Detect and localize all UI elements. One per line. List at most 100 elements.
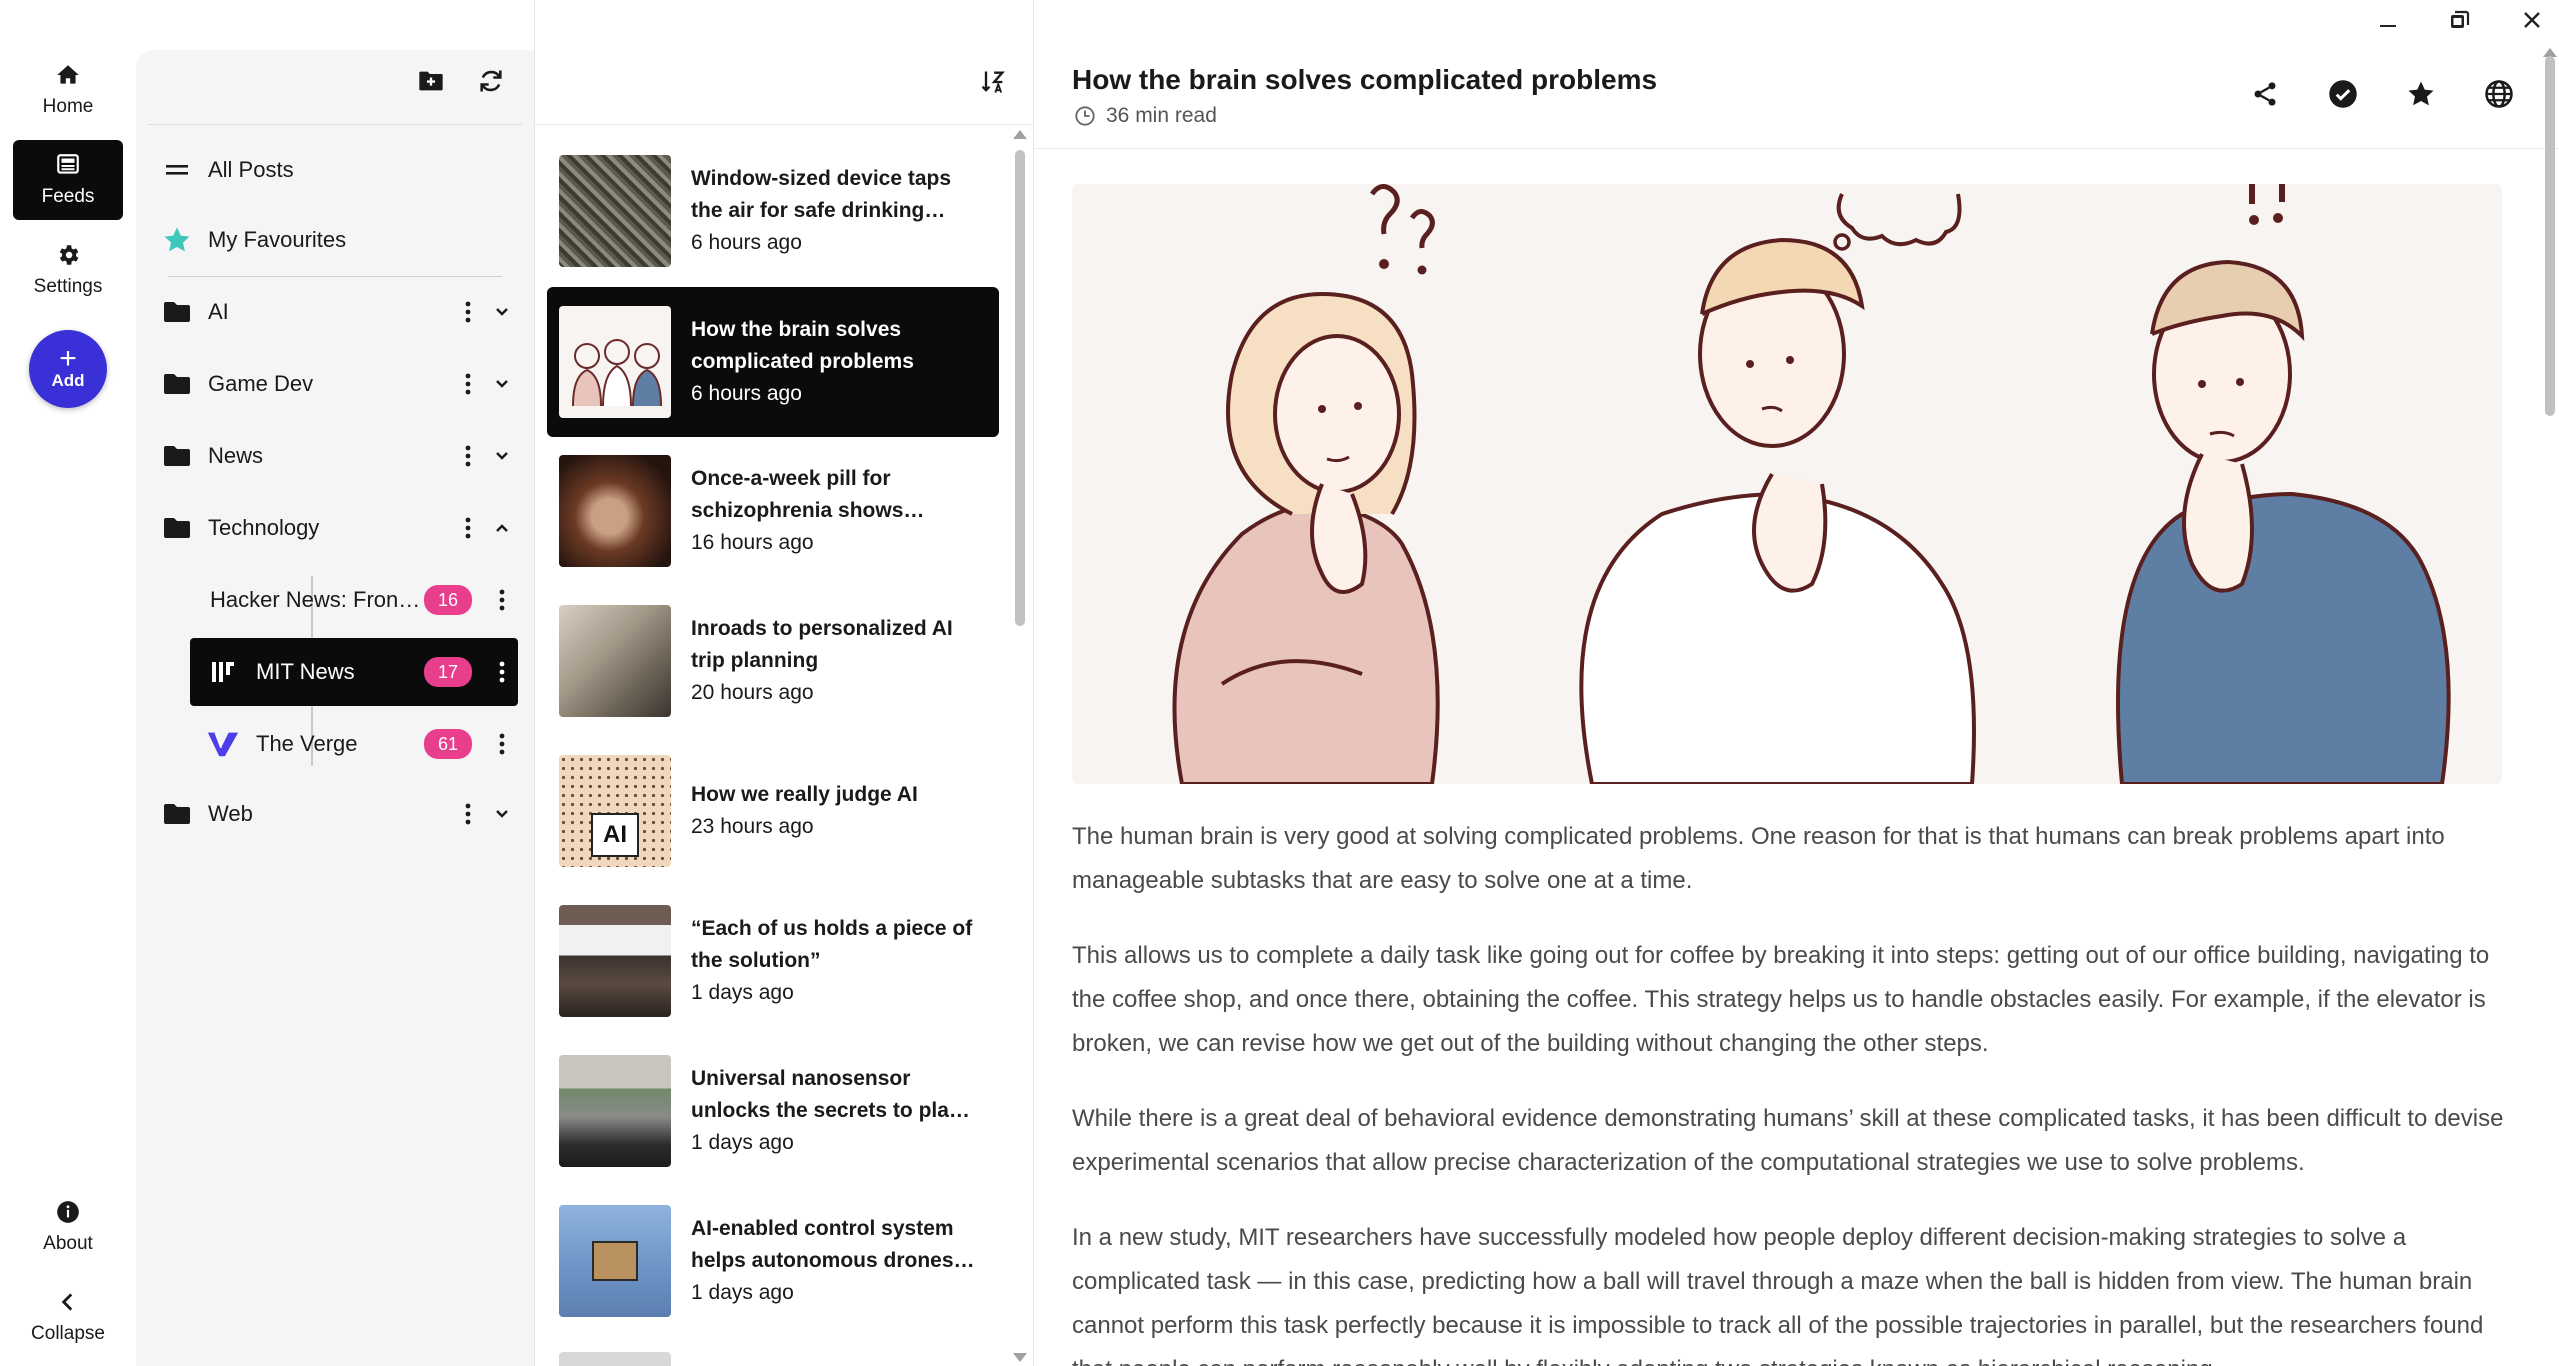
folder-label: News bbox=[208, 443, 264, 468]
more-vert-icon[interactable] bbox=[486, 584, 518, 616]
nav-home-label: Home bbox=[42, 96, 94, 117]
unread-count-badge: 17 bbox=[424, 657, 472, 687]
folder-news[interactable]: News bbox=[152, 428, 518, 484]
scroll-down-arrow[interactable] bbox=[1013, 1353, 1027, 1362]
minimize-icon[interactable] bbox=[2375, 7, 2401, 33]
nav-settings[interactable]: Settings bbox=[13, 230, 123, 310]
post-item[interactable]: Universal nanosensor unlocks the secrets… bbox=[547, 1036, 999, 1186]
sort-icon[interactable] bbox=[977, 66, 1009, 98]
chevron-down-icon[interactable] bbox=[486, 296, 518, 328]
nav-feeds-label: Feeds bbox=[41, 186, 95, 207]
more-vert-icon[interactable] bbox=[452, 440, 484, 472]
post-item[interactable]: “Each of us holds a piece of the solutio… bbox=[547, 886, 999, 1036]
post-item[interactable]: Inroads to personalized AI trip planning… bbox=[547, 586, 999, 736]
close-icon[interactable] bbox=[2519, 7, 2545, 33]
post-item[interactable]: Once-a-week pill for schizophrenia shows… bbox=[547, 436, 999, 586]
post-time: 20 hours ago bbox=[691, 681, 814, 704]
verge-logo-icon bbox=[206, 729, 240, 759]
chevron-down-icon[interactable] bbox=[486, 440, 518, 472]
posts-list: Window-sized device taps the air for saf… bbox=[534, 0, 1034, 1366]
more-vert-icon[interactable] bbox=[486, 656, 518, 688]
share-icon[interactable] bbox=[2249, 78, 2281, 110]
post-item-selected[interactable]: How the brain solves complicated problem… bbox=[547, 287, 999, 437]
post-time: 1 days ago bbox=[691, 1131, 794, 1154]
article-title: How the brain solves complicated problem… bbox=[1072, 64, 1658, 95]
globe-icon[interactable] bbox=[2483, 78, 2515, 110]
clock-icon bbox=[1075, 106, 1095, 126]
more-vert-icon[interactable] bbox=[452, 512, 484, 544]
nav-about-label: About bbox=[43, 1233, 93, 1254]
chevron-up-icon[interactable] bbox=[486, 512, 518, 544]
folder-icon bbox=[160, 444, 194, 468]
info-icon bbox=[57, 1201, 79, 1223]
post-time: 1 days ago bbox=[691, 981, 794, 1004]
folder-game-dev[interactable]: Game Dev bbox=[152, 356, 518, 412]
posts-divider bbox=[535, 124, 1033, 125]
post-thumbnail: AI bbox=[559, 755, 671, 867]
post-time: 16 hours ago bbox=[691, 531, 814, 554]
folder-web[interactable]: Web bbox=[152, 786, 518, 842]
add-button[interactable]: + Add bbox=[29, 330, 107, 408]
post-time: 6 hours ago bbox=[691, 382, 802, 405]
scroll-up-arrow[interactable] bbox=[1013, 130, 1027, 139]
more-vert-icon[interactable] bbox=[452, 798, 484, 830]
feed-mit-news[interactable]: MIT News 17 bbox=[190, 638, 518, 706]
post-time: 6 hours ago bbox=[691, 231, 802, 254]
mark-read-icon[interactable] bbox=[2327, 78, 2359, 110]
posts-scrollbar[interactable] bbox=[1015, 150, 1025, 626]
article-scrollbar[interactable] bbox=[2545, 56, 2555, 416]
folder-icon bbox=[160, 372, 194, 396]
more-vert-icon[interactable] bbox=[452, 296, 484, 328]
post-item[interactable]: Window-sized device taps the air for saf… bbox=[547, 136, 999, 286]
folder-ai[interactable]: AI bbox=[152, 284, 518, 340]
post-thumbnail bbox=[559, 605, 671, 717]
chevron-down-icon[interactable] bbox=[486, 368, 518, 400]
post-title: Inroads to personalized AI trip planning bbox=[691, 617, 953, 672]
nav-feeds[interactable]: Feeds bbox=[13, 140, 123, 220]
nav-rail: Home Feeds Settings + Add About Collapse bbox=[0, 0, 136, 1366]
favourite-star-icon[interactable] bbox=[2405, 78, 2437, 110]
folder-icon bbox=[160, 300, 194, 324]
article-actions bbox=[2249, 78, 2515, 110]
post-thumbnail bbox=[559, 905, 671, 1017]
folder-label: Web bbox=[208, 801, 253, 826]
post-thumbnail bbox=[559, 155, 671, 267]
feed-hacker-news[interactable]: Hacker News: Front Page 16 bbox=[190, 572, 518, 628]
post-title: How the brain solves complicated problem… bbox=[691, 318, 914, 373]
post-title: How we really judge AI bbox=[691, 783, 918, 806]
more-vert-icon[interactable] bbox=[486, 728, 518, 760]
plus-icon: + bbox=[59, 342, 77, 375]
post-thumbnail bbox=[559, 1205, 671, 1317]
post-thumbnail bbox=[559, 1055, 671, 1167]
feed-label: The Verge bbox=[256, 731, 358, 756]
post-title: Universal nanosensor unlocks the secrets… bbox=[691, 1067, 969, 1122]
post-title: “Each of us holds a piece of the solutio… bbox=[691, 917, 973, 972]
folder-technology[interactable]: Technology bbox=[152, 500, 518, 556]
post-thumbnail-partial bbox=[559, 1352, 671, 1366]
post-thumbnail bbox=[559, 306, 671, 418]
article-paragraph: The human brain is very good at solving … bbox=[1072, 823, 2445, 894]
folder-label: Technology bbox=[208, 515, 320, 540]
nav-about[interactable]: About bbox=[13, 1188, 123, 1266]
article-body: The human brain is very good at solving … bbox=[1072, 815, 2512, 1366]
restore-icon[interactable] bbox=[2447, 7, 2473, 33]
chevron-down-icon[interactable] bbox=[486, 798, 518, 830]
nav-settings-label: Settings bbox=[33, 276, 103, 297]
nav-collapse[interactable]: Collapse bbox=[13, 1278, 123, 1356]
feed-label: Hacker News: Front Page bbox=[210, 587, 424, 612]
gear-icon bbox=[59, 245, 79, 265]
post-thumbnail bbox=[559, 455, 671, 567]
post-title: AI-enabled control system helps autonomo… bbox=[691, 1217, 954, 1272]
post-item[interactable]: AI-enabled control system helps autonomo… bbox=[547, 1186, 999, 1336]
nav-home[interactable]: Home bbox=[13, 50, 123, 130]
more-vert-icon[interactable] bbox=[452, 368, 484, 400]
article-view: How the brain solves complicated problem… bbox=[1034, 0, 2559, 1366]
feed-the-verge[interactable]: The Verge 61 bbox=[190, 716, 518, 772]
article-paragraph: This allows us to complete a daily task … bbox=[1072, 942, 2490, 1057]
post-item[interactable]: AI How we really judge AI 23 hours ago bbox=[547, 736, 999, 886]
folder-tree: AI Game Dev News Technology Hacker News:… bbox=[136, 0, 534, 1366]
rail-bottom: About Collapse bbox=[0, 1188, 136, 1356]
article-hero-image bbox=[1072, 184, 2502, 784]
article-paragraph: In a new study, MIT researchers have suc… bbox=[1072, 1224, 2484, 1366]
post-time: 23 hours ago bbox=[691, 815, 814, 838]
